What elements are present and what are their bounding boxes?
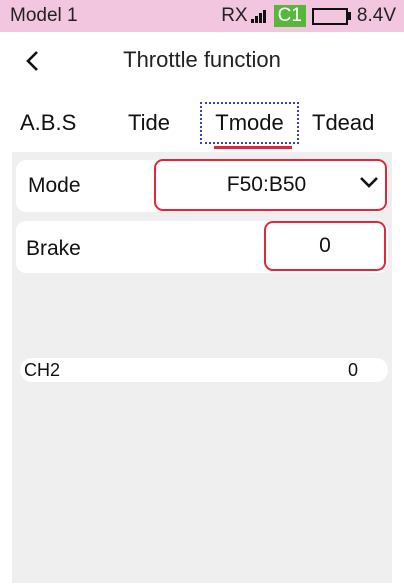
tab-tdead[interactable]: Tdead [312,106,374,140]
tab-bar: A.B.S Tide Tmode Tdead [0,100,404,150]
page-title: Throttle function [123,47,281,72]
channel-name: CH2 [24,360,61,380]
mode-value: F50:B50 [226,173,307,196]
tab-tmode[interactable]: Tmode [200,102,299,144]
channel-monitor-ch2: CH2 0 [20,358,388,382]
channel-badge: C1 [273,5,306,27]
chevron-left-icon [26,51,38,71]
chevron-down-icon [360,177,378,188]
channel-value: 0 [347,360,358,380]
brake-row: Brake 0 [16,221,388,273]
brake-input[interactable]: 0 [264,221,386,271]
title-bar: Throttle function [0,32,404,88]
status-bar: Model 1 RX C1 8.4V [0,0,404,32]
tab-abs[interactable]: A.B.S [20,106,76,140]
active-tab-indicator [214,146,292,149]
brake-label: Brake [26,237,81,260]
mode-label: Mode [28,174,81,197]
battery-voltage: 8.4V [356,5,396,26]
signal-bars-icon [250,9,267,23]
mode-select[interactable]: F50:B50 [154,159,387,211]
rx-label: RX [221,5,248,26]
battery-icon [311,7,351,25]
back-button[interactable] [20,48,44,74]
model-name: Model 1 [10,5,78,26]
tab-tide[interactable]: Tide [128,106,170,140]
status-indicators: RX C1 8.4V [221,0,396,32]
mode-row: Mode F50:B50 [16,159,388,212]
